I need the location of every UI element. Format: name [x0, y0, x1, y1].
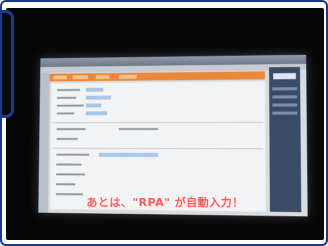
- screen-form-label: [56, 173, 86, 176]
- screen-form-field: [85, 95, 112, 100]
- screen-panel-strip: [272, 95, 298, 99]
- side-tab: [2, 10, 14, 118]
- screen-panel-strip: [272, 111, 298, 115]
- video-frame: あとは、"RPA" が自動入力！: [0, 0, 328, 246]
- screen-nav-item: [72, 75, 88, 80]
- screen-form-field: [98, 152, 158, 157]
- screen-form: [49, 81, 266, 212]
- screen-form-divider: [52, 147, 264, 150]
- screen-panel-strip: [272, 103, 298, 107]
- video-player[interactable]: あとは、"RPA" が自動入力！: [6, 8, 324, 240]
- screen-form-label: [56, 153, 90, 156]
- photographed-monitor: [38, 54, 308, 217]
- screen-form-label: [57, 96, 77, 99]
- screen-form-label: [118, 128, 159, 131]
- screen-form-label: [57, 88, 81, 92]
- screen-form-label: [56, 104, 84, 107]
- screen-form-label: [55, 183, 76, 186]
- screen-form-field: [85, 111, 108, 116]
- screen-form-field: [85, 103, 102, 108]
- screen-nav-item: [118, 74, 137, 79]
- screen-form-label: [56, 128, 86, 131]
- screen-nav-bar: [49, 71, 266, 82]
- screen-form-field: [85, 87, 104, 92]
- screen-form-label: [56, 137, 78, 140]
- screen-right-panel: [269, 66, 302, 213]
- screen-sidebar: [38, 72, 50, 213]
- screen-nav-item: [95, 75, 110, 80]
- screen-logo: [273, 73, 296, 80]
- screen-panel-strip: [272, 87, 298, 91]
- screen-form-label: [56, 163, 82, 166]
- screen-nav-item: [53, 75, 67, 80]
- video-subtitle: あとは、"RPA" が自動入力！: [86, 196, 244, 209]
- screen-form-divider: [52, 121, 264, 124]
- screen-form-label: [56, 112, 75, 115]
